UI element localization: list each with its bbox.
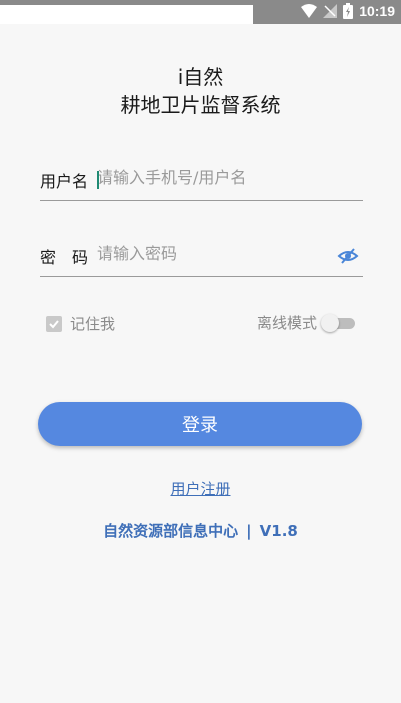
toggle-thumb[interactable] [321,313,339,332]
password-input[interactable] [97,244,337,263]
offline-mode-label: 离线模式 [256,314,317,332]
eye-off-icon[interactable] [337,245,359,267]
footer-version: V1.8 [259,522,298,540]
register-link[interactable]: 用户注册 [0,478,401,499]
username-field: 用户名 [40,160,363,201]
app-header: i自然 耕地卫片监督系统 [0,64,401,119]
footer-separator: | [246,522,252,540]
text-cursor [97,171,99,189]
offline-mode-toggle[interactable] [321,313,355,332]
offline-mode: 离线模式 [257,312,355,333]
app-name: i自然 [177,65,224,89]
login-button[interactable]: 登录 [38,402,362,446]
status-icons: 10:19 [301,3,395,19]
status-bar: 10:19 [0,0,401,24]
password-label: 密 码 [40,248,89,267]
wifi-icon [301,4,318,18]
password-field: 密 码 [40,236,363,277]
username-input[interactable] [97,168,337,187]
status-time: 10:19 [359,3,395,19]
remember-me[interactable]: 记住我 [46,313,115,334]
footer-org: 自然资源部信息中心 [103,522,239,540]
footer: 自然资源部信息中心 | V1.8 [0,520,401,541]
status-bar-edge [0,0,253,5]
username-label: 用户名 [40,172,89,191]
remember-label: 记住我 [70,315,116,333]
remember-checkbox[interactable] [46,315,62,332]
app-subtitle: 耕地卫片监督系统 [120,93,281,117]
signal-icon [323,4,338,18]
battery-icon [343,3,354,19]
